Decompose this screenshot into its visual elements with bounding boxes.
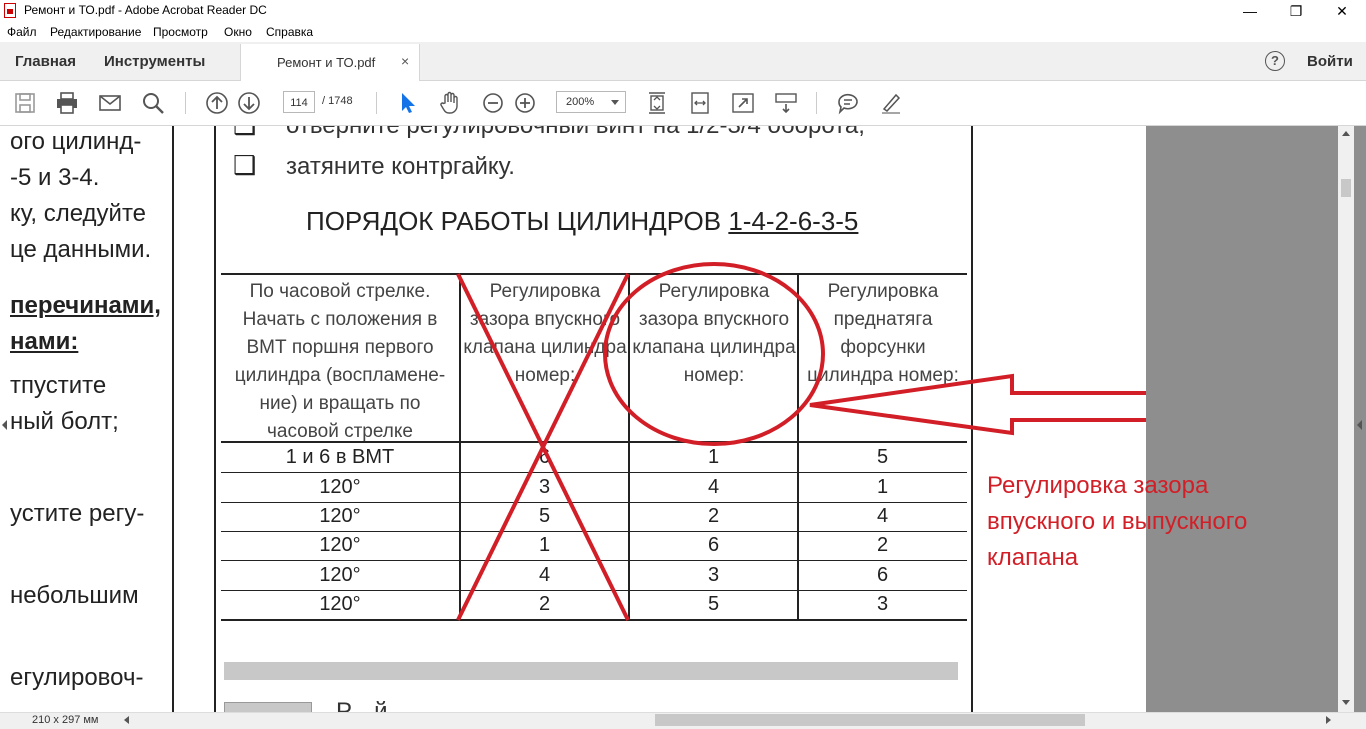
select-cursor-icon[interactable]: [396, 91, 420, 115]
page-total: / 1748: [322, 95, 353, 107]
comment-icon[interactable]: [836, 91, 860, 115]
zoom-value: 200%: [566, 96, 595, 108]
scroll-down-icon[interactable]: [1342, 700, 1350, 705]
chevron-down-icon: [611, 100, 619, 105]
maximize-button[interactable]: ❐: [1273, 0, 1319, 22]
title-bar: Ремонт и ТО.pdf - Adobe Acrobat Reader D…: [0, 0, 1366, 22]
fit-width-icon[interactable]: [688, 91, 712, 115]
toolbar-separator: [816, 92, 817, 114]
scroll-right-icon[interactable]: [1326, 716, 1331, 724]
annotation-line: Регулировка зазора: [987, 472, 1209, 499]
toolbar-separator: [185, 92, 186, 114]
menu-window[interactable]: Окно: [224, 25, 252, 39]
save-icon[interactable]: [13, 91, 37, 115]
highlight-pen-icon[interactable]: [879, 91, 903, 115]
print-icon[interactable]: [55, 91, 79, 115]
minimize-button[interactable]: —: [1227, 0, 1273, 22]
annotation-note: Регулировка зазора впускного и выпускног…: [987, 468, 1247, 576]
close-window-button[interactable]: ✕: [1319, 0, 1365, 22]
toolbar-separator: [376, 92, 377, 114]
menu-view[interactable]: Просмотр: [153, 25, 208, 39]
page-size-label: 210 x 297 мм: [32, 714, 99, 726]
vertical-scroll-thumb[interactable]: [1341, 179, 1351, 197]
tab-document[interactable]: Ремонт и ТО.pdf ×: [240, 44, 420, 81]
highlight-circle: [603, 262, 825, 446]
menu-edit[interactable]: Редактирование: [50, 25, 141, 39]
fit-page-icon[interactable]: [645, 91, 669, 115]
document-viewport[interactable]: ого цилинд- -5 и 3-4. ку, следуйте це да…: [0, 126, 1366, 712]
zoom-out-icon[interactable]: [481, 91, 505, 115]
vertical-scrollbar[interactable]: [1338, 126, 1354, 712]
scroll-mode-icon[interactable]: [774, 91, 798, 115]
page-up-icon[interactable]: [205, 91, 229, 115]
hand-tool-icon[interactable]: [438, 91, 462, 115]
horizontal-scroll-thumb[interactable]: [655, 714, 1085, 726]
mail-icon[interactable]: [98, 91, 122, 115]
markup-annotations: [456, 262, 1146, 621]
signin-link[interactable]: Войти: [1307, 53, 1353, 70]
search-icon[interactable]: [141, 91, 165, 115]
scroll-up-icon[interactable]: [1342, 131, 1350, 136]
page-number-input[interactable]: 114: [283, 91, 315, 113]
left-pane-toggle-icon[interactable]: [2, 420, 7, 430]
right-pane-toggle-icon[interactable]: [1357, 420, 1362, 430]
annotation-line: клапана: [987, 544, 1079, 571]
menu-help[interactable]: Справка: [266, 25, 313, 39]
close-tab-icon[interactable]: ×: [401, 53, 409, 69]
page-down-icon[interactable]: [237, 91, 261, 115]
window-title: Ремонт и ТО.pdf - Adobe Acrobat Reader D…: [24, 3, 267, 17]
annotation-line: впускного и выпускного: [987, 508, 1248, 535]
zoom-select[interactable]: 200%: [556, 91, 626, 113]
tab-tools[interactable]: Инструменты: [104, 53, 205, 70]
help-icon[interactable]: ?: [1265, 51, 1285, 71]
document-tab-label: Ремонт и ТО.pdf: [277, 55, 376, 70]
zoom-in-icon[interactable]: [513, 91, 537, 115]
menu-file[interactable]: Файл: [7, 25, 37, 39]
pdf-file-icon: [4, 3, 16, 18]
tab-home[interactable]: Главная: [15, 53, 76, 70]
scroll-left-icon[interactable]: [124, 716, 129, 724]
arrow-annotation: [809, 373, 1146, 436]
full-screen-icon[interactable]: [731, 91, 755, 115]
